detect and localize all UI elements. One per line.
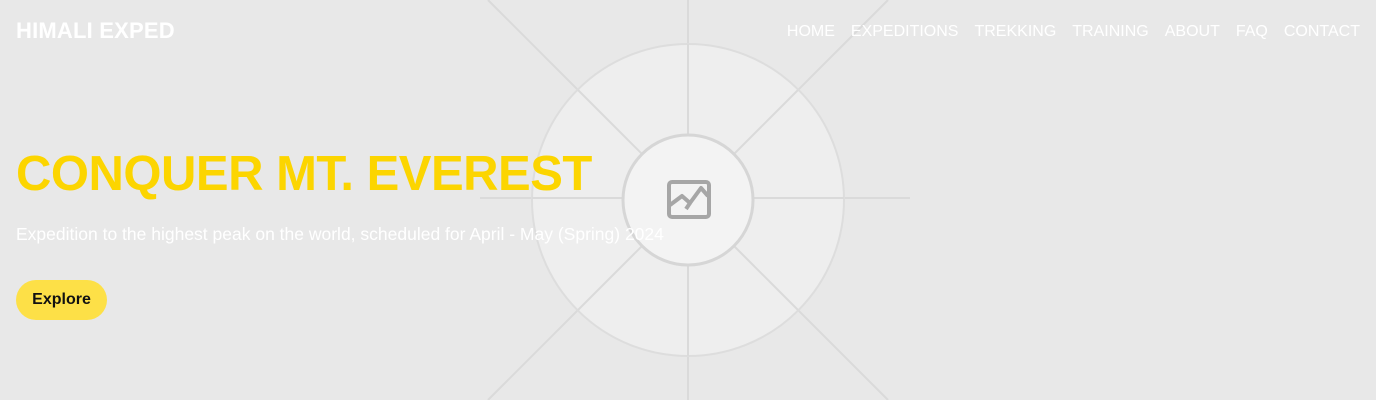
nav-expeditions[interactable]: EXPEDITIONS: [851, 23, 959, 41]
nav-contact[interactable]: CONTACT: [1284, 23, 1360, 41]
hero-title: CONQUER MT. EVEREST: [16, 147, 592, 201]
nav-home[interactable]: HOME: [787, 23, 835, 41]
nav-about[interactable]: ABOUT: [1165, 23, 1220, 41]
nav-faq[interactable]: FAQ: [1236, 23, 1268, 41]
nav-trekking[interactable]: TREKKING: [974, 23, 1056, 41]
explore-button[interactable]: Explore: [16, 280, 107, 320]
nav-training[interactable]: TRAINING: [1072, 23, 1148, 41]
main-nav: HOME EXPEDITIONS TREKKING TRAINING ABOUT…: [787, 23, 1360, 41]
hero-subtitle: Expedition to the highest peak on the wo…: [16, 224, 664, 244]
brand-logo[interactable]: HIMALI EXPED: [16, 18, 175, 44]
